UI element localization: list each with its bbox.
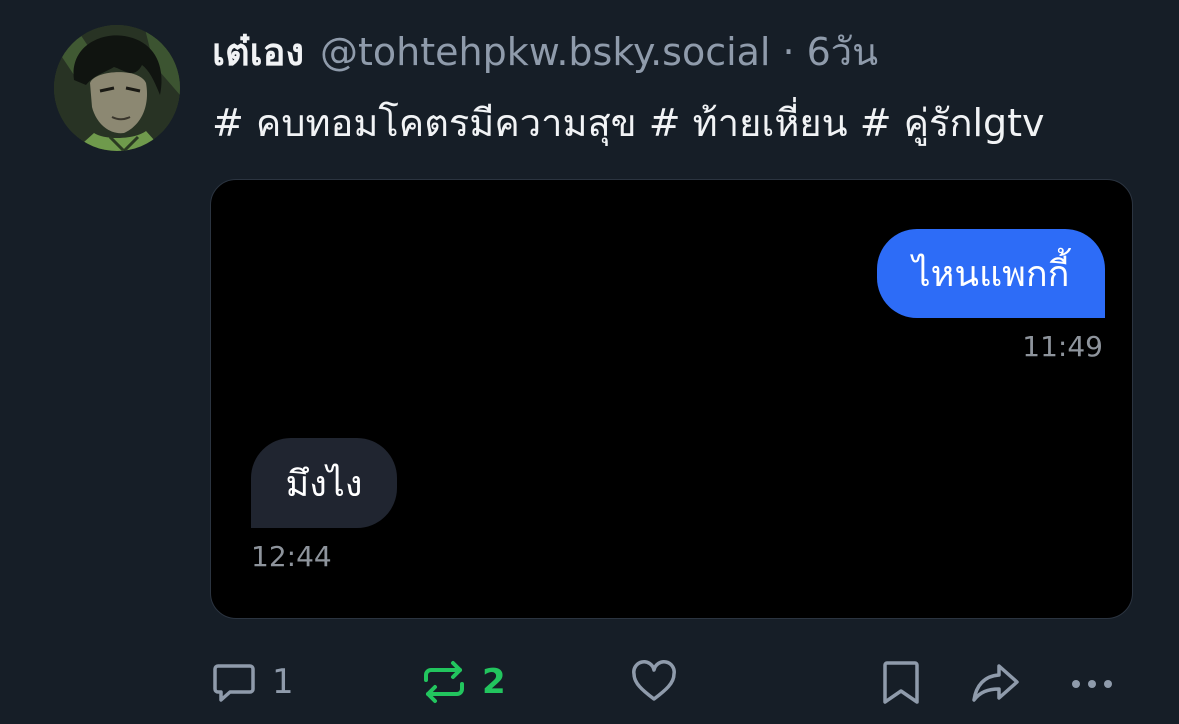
outgoing-message-bubble: ไหนแพกกี้ [877, 229, 1105, 318]
outgoing-message-time: 11:49 [1022, 330, 1103, 363]
repost-button[interactable]: 2 [420, 652, 506, 712]
bookmark-button[interactable] [878, 652, 924, 712]
speech-bubble-icon [213, 664, 255, 702]
post-actions-bar: 1 2 [0, 652, 1179, 712]
share-button[interactable] [970, 652, 1022, 712]
repost-arrows-icon [424, 661, 464, 703]
like-button[interactable] [630, 652, 678, 712]
more-options-button[interactable] [1068, 652, 1116, 712]
post-timestamp[interactable]: 6วัน [807, 26, 879, 78]
author-display-name[interactable]: เต๋เอง [212, 26, 304, 78]
incoming-message-text: มึงไง [285, 463, 363, 505]
incoming-message-bubble: มึงไง [251, 438, 397, 528]
hashtag-link[interactable]: # คู่รักlgtv [860, 101, 1045, 145]
hashtag-link[interactable]: # ท้ายเหี่ยน [649, 101, 848, 145]
reply-count: 1 [272, 662, 294, 702]
author-handle[interactable]: @tohtehpkw.bsky.social [320, 26, 770, 78]
post-header: เต๋เอง @tohtehpkw.bsky.social · 6วัน [212, 26, 878, 78]
reply-button[interactable]: 1 [210, 652, 294, 712]
incoming-message-time: 12:44 [251, 540, 332, 573]
header-separator: · [782, 30, 795, 74]
bookmark-icon [883, 661, 919, 704]
post-text: # คบทอมโคตรมีความสุข # ท้ายเหี่ยน # คู่ร… [212, 96, 1045, 150]
repost-count: 2 [482, 662, 506, 702]
ellipsis-icon [1072, 680, 1112, 688]
author-avatar[interactable] [54, 25, 180, 151]
post: เต๋เอง @tohtehpkw.bsky.social · 6วัน # ค… [0, 0, 1179, 724]
hashtag-link[interactable]: # คบทอมโคตรมีความสุข [212, 101, 637, 145]
outgoing-message-text: ไหนแพกกี้ [912, 254, 1070, 295]
embedded-image[interactable]: ไหนแพกกี้ 11:49 มึงไง 12:44 [210, 179, 1133, 619]
share-arrow-icon [972, 664, 1019, 702]
avatar-image [54, 25, 180, 151]
heart-icon [632, 660, 676, 701]
